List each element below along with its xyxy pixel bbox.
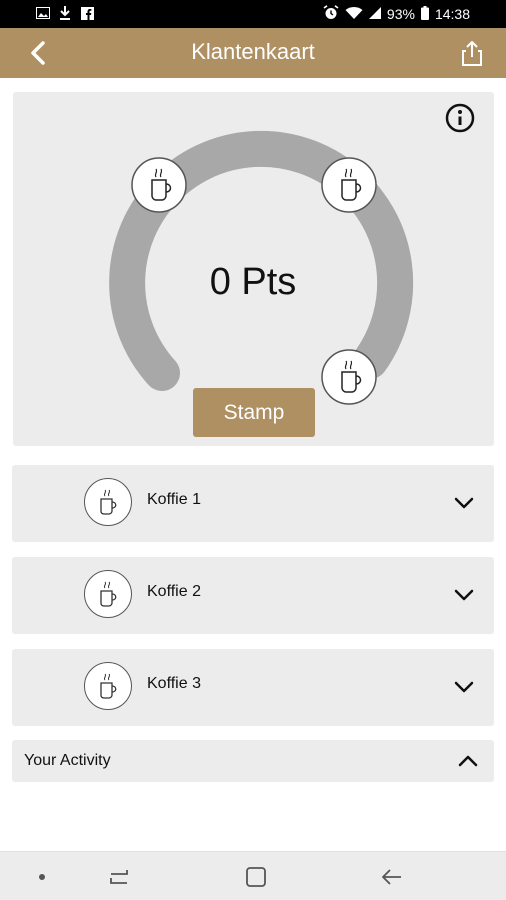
notification-icons bbox=[36, 6, 94, 20]
reward-label: Koffie 1 bbox=[147, 491, 201, 508]
recent-apps-icon bbox=[110, 870, 128, 884]
points-value: 0 Pts bbox=[209, 261, 297, 303]
stamp-button[interactable]: Stamp bbox=[193, 388, 315, 437]
chevron-up-icon[interactable] bbox=[456, 749, 480, 773]
page-title: Klantenkaart bbox=[191, 39, 315, 64]
image-notification-icon bbox=[36, 6, 50, 20]
home-square-icon bbox=[246, 867, 266, 887]
coffee-cup-icon bbox=[84, 478, 132, 526]
back-arrow-icon bbox=[382, 869, 401, 885]
reward-item-koffie-3[interactable]: Koffie 3 bbox=[12, 649, 494, 726]
chevron-down-icon[interactable] bbox=[452, 675, 476, 699]
recent-apps-button[interactable] bbox=[106, 864, 132, 890]
share-icon bbox=[462, 41, 482, 66]
app-bar: Klantenkaart bbox=[0, 28, 506, 78]
wifi-icon bbox=[345, 6, 363, 23]
status-bar: 93% 14:38 bbox=[0, 0, 506, 28]
alarm-icon bbox=[323, 5, 339, 23]
nav-dot-button[interactable] bbox=[29, 864, 55, 890]
milestone-3-icon[interactable] bbox=[321, 349, 377, 405]
battery-percent: 93% bbox=[386, 6, 415, 22]
chevron-down-icon[interactable] bbox=[452, 491, 476, 515]
system-nav-bar bbox=[0, 851, 506, 900]
signal-icon bbox=[368, 6, 381, 22]
reward-item-koffie-1[interactable]: Koffie 1 bbox=[12, 465, 494, 542]
loyalty-card: 0 Pts Stamp bbox=[13, 92, 494, 446]
milestone-2-icon[interactable] bbox=[321, 157, 377, 213]
chevron-down-icon[interactable] bbox=[452, 583, 476, 607]
milestone-1-icon[interactable] bbox=[131, 157, 187, 213]
activity-label: Your Activity bbox=[24, 752, 111, 769]
back-nav-button[interactable] bbox=[379, 864, 405, 890]
coffee-cup-icon bbox=[84, 570, 132, 618]
activity-section-header[interactable]: Your Activity bbox=[12, 740, 494, 782]
reward-label: Koffie 3 bbox=[147, 675, 201, 692]
facebook-icon bbox=[80, 6, 94, 20]
battery-icon bbox=[420, 5, 429, 23]
reward-item-koffie-2[interactable]: Koffie 2 bbox=[12, 557, 494, 634]
share-button[interactable] bbox=[458, 39, 486, 67]
dot-icon bbox=[39, 874, 45, 880]
reward-label: Koffie 2 bbox=[147, 583, 201, 600]
download-icon bbox=[58, 6, 72, 20]
coffee-cup-icon bbox=[84, 662, 132, 710]
home-button[interactable] bbox=[243, 864, 269, 890]
clock: 14:38 bbox=[434, 6, 470, 22]
system-status: 93% 14:38 bbox=[323, 5, 470, 23]
